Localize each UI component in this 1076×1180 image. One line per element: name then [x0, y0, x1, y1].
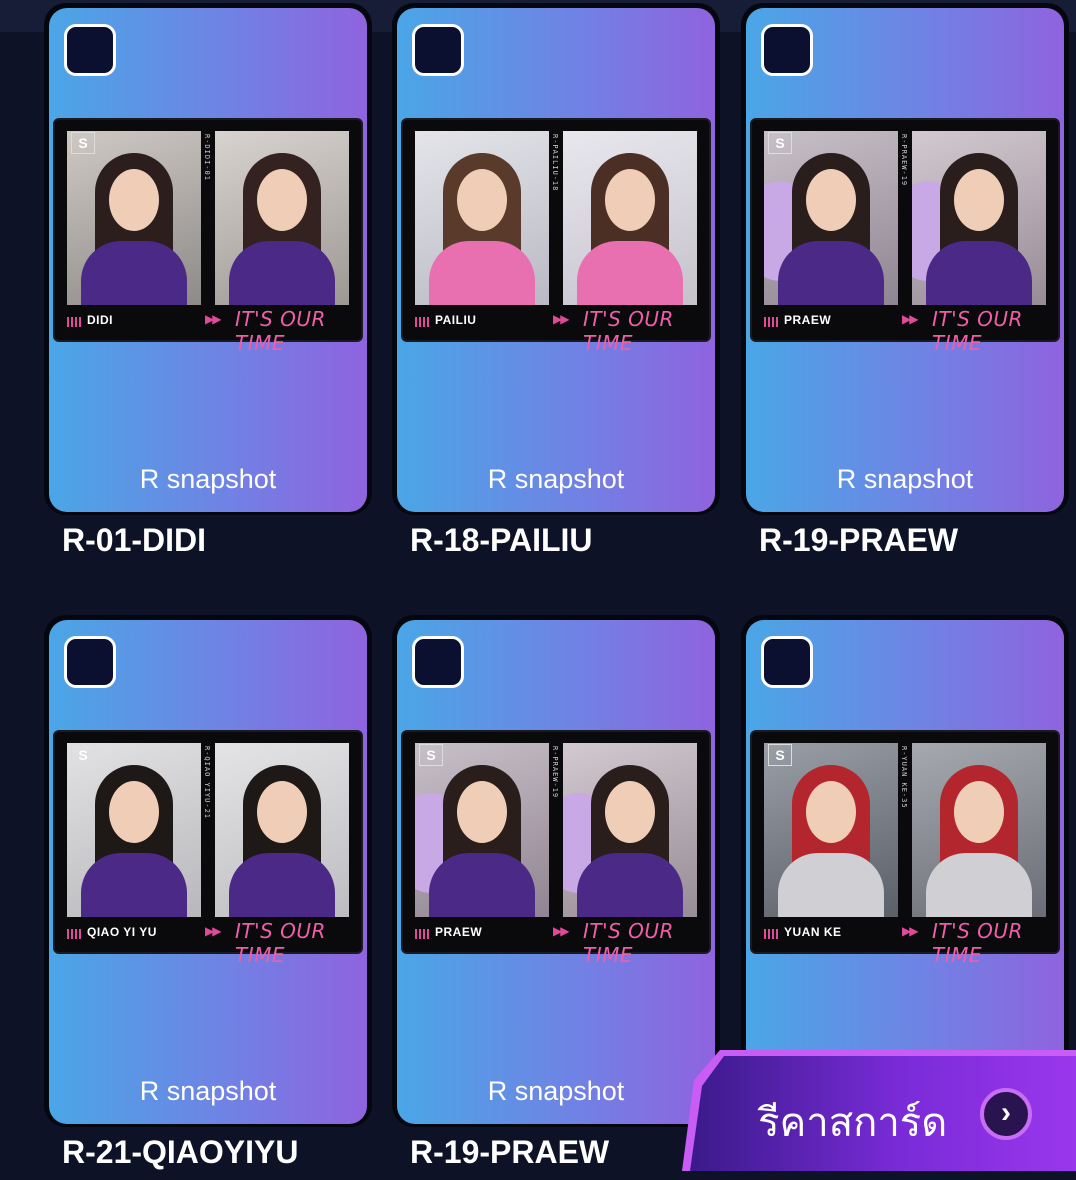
select-checkbox[interactable] [412, 24, 464, 76]
chevron-right-icon[interactable]: › [980, 1088, 1032, 1140]
card-title: R-18-PAILIU [410, 522, 593, 558]
member-name: QIAO YI YU [87, 925, 157, 939]
card-item[interactable]: R-PAILIU-18 PAILIU ▶▶ IT'S OUR TIME R sn… [392, 3, 727, 568]
member-photo-left [67, 743, 201, 917]
bars-icon [415, 317, 431, 327]
member-name: PAILIU [435, 313, 477, 327]
photocard-image: S R-QIAO YIYU-21 QIAO YI YU ▶▶ IT'S OUR … [55, 732, 361, 967]
bars-icon [415, 929, 431, 939]
slogan: IT'S OUR TIME [583, 307, 674, 355]
slogan: IT'S OUR TIME [235, 307, 326, 355]
arrows-icon: ▶▶ [553, 924, 570, 938]
rarity-label: R snapshot [139, 1076, 277, 1106]
card-item[interactable]: S R-PRAEW-19 PRAEW ▶▶ IT'S OUR TIME R sn… [392, 615, 727, 1180]
rarity-label: R snapshot [487, 464, 625, 494]
card-face[interactable]: S R-QIAO YIYU-21 QIAO YI YU ▶▶ IT'S OUR … [49, 620, 367, 1124]
bars-icon [67, 317, 83, 327]
member-name: YUAN KE [784, 925, 842, 939]
bars-icon [764, 929, 780, 939]
select-checkbox[interactable] [761, 636, 813, 688]
member-photo-right [563, 131, 697, 305]
slogan: IT'S OUR TIME [583, 919, 674, 967]
arrows-icon: ▶▶ [205, 312, 222, 326]
card-code: R-PRAEW-19 [551, 746, 559, 799]
member-photo-right [563, 743, 697, 917]
arrows-icon: ▶▶ [902, 924, 919, 938]
slogan: IT'S OUR TIME [932, 919, 1023, 967]
reroll-button-label[interactable]: รีคาสการ์ด [758, 1090, 947, 1154]
photocard-image: S R-DIDI-01 DIDI ▶▶ IT'S OUR TIME [55, 120, 361, 355]
card-face[interactable]: R-PAILIU-18 PAILIU ▶▶ IT'S OUR TIME R sn… [397, 8, 715, 512]
bars-icon [764, 317, 780, 327]
select-checkbox[interactable] [412, 636, 464, 688]
member-name: PRAEW [435, 925, 483, 939]
card-item[interactable]: S R-QIAO YIYU-21 QIAO YI YU ▶▶ IT'S OUR … [44, 615, 379, 1180]
logo-icon: S [419, 744, 443, 766]
photocard-image: S R-PRAEW-19 PRAEW ▶▶ IT'S OUR TIME [403, 732, 709, 967]
select-checkbox[interactable] [761, 24, 813, 76]
card-title: R-21-QIAOYIYU [62, 1134, 299, 1170]
rarity-label: R snapshot [836, 464, 974, 494]
logo-icon: S [768, 744, 792, 766]
rarity-label: R snapshot [139, 464, 277, 494]
arrows-icon: ▶▶ [902, 312, 919, 326]
member-photo-right [215, 743, 349, 917]
card-code: R-DIDI-01 [203, 134, 211, 181]
member-photo-left [764, 131, 898, 305]
logo-icon: S [768, 132, 792, 154]
card-item[interactable]: S R-DIDI-01 DIDI ▶▶ IT'S OUR TIME R snap… [44, 3, 379, 568]
select-checkbox[interactable] [64, 636, 116, 688]
member-name: PRAEW [784, 313, 832, 327]
member-photo-right [215, 131, 349, 305]
logo-icon: S [71, 744, 95, 766]
bars-icon [67, 929, 83, 939]
logo-icon: S [71, 132, 95, 154]
photocard-image: R-PAILIU-18 PAILIU ▶▶ IT'S OUR TIME [403, 120, 709, 355]
card-face[interactable]: S R-YUAN KE-35 YUAN KE ▶▶ IT'S OUR TIME [746, 620, 1064, 1124]
member-photo-left [764, 743, 898, 917]
card-grid: S R-DIDI-01 DIDI ▶▶ IT'S OUR TIME R snap… [0, 0, 1076, 1171]
member-photo-left [415, 131, 549, 305]
member-photo-left [67, 131, 201, 305]
member-photo-right [912, 743, 1046, 917]
card-title: R-01-DIDI [62, 522, 207, 558]
member-photo-left [415, 743, 549, 917]
card-face[interactable]: S R-DIDI-01 DIDI ▶▶ IT'S OUR TIME R snap… [49, 8, 367, 512]
photocard-image: S R-YUAN KE-35 YUAN KE ▶▶ IT'S OUR TIME [752, 732, 1058, 967]
member-photo-right [912, 131, 1046, 305]
card-code: R-PAILIU-18 [551, 134, 559, 192]
card-code: R-QIAO YIYU-21 [203, 746, 211, 820]
card-face[interactable]: S R-PRAEW-19 PRAEW ▶▶ IT'S OUR TIME R sn… [746, 8, 1064, 512]
card-code: R-YUAN KE-35 [900, 746, 908, 809]
slogan: IT'S OUR TIME [932, 307, 1023, 355]
card-title: R-19-PRAEW [410, 1134, 610, 1170]
arrows-icon: ▶▶ [205, 924, 222, 938]
rarity-label: R snapshot [487, 1076, 625, 1106]
photocard-image: S R-PRAEW-19 PRAEW ▶▶ IT'S OUR TIME [752, 120, 1058, 355]
select-checkbox[interactable] [64, 24, 116, 76]
member-name: DIDI [87, 313, 113, 327]
card-title: R-19-PRAEW [759, 522, 959, 558]
card-face[interactable]: S R-PRAEW-19 PRAEW ▶▶ IT'S OUR TIME R sn… [397, 620, 715, 1124]
card-item[interactable]: S R-PRAEW-19 PRAEW ▶▶ IT'S OUR TIME R sn… [741, 3, 1076, 568]
arrows-icon: ▶▶ [553, 312, 570, 326]
slogan: IT'S OUR TIME [235, 919, 326, 967]
card-code: R-PRAEW-19 [900, 134, 908, 187]
